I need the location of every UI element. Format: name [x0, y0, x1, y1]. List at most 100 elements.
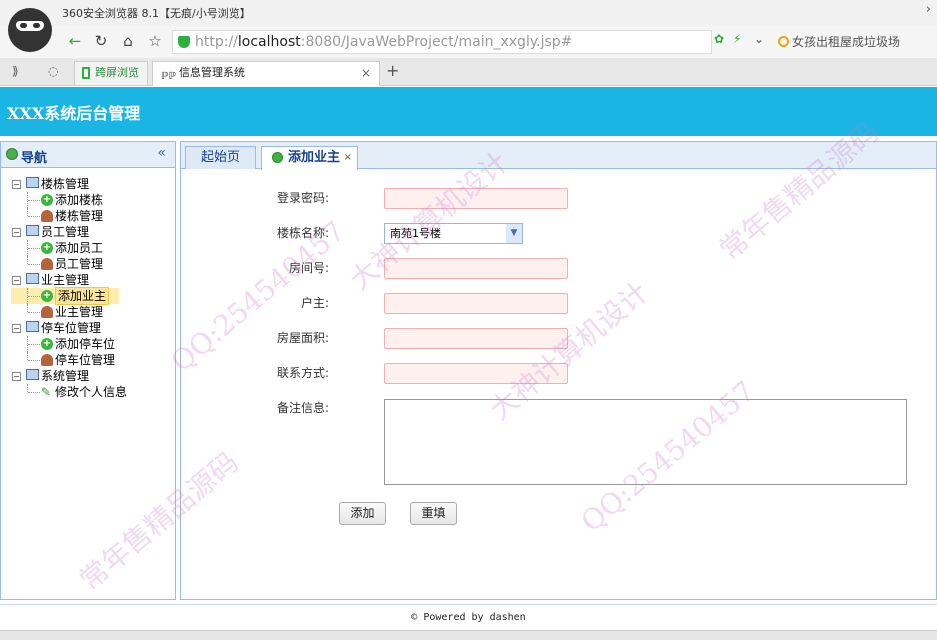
tree-item-label: 添加停车位 — [55, 337, 116, 351]
tree-item-manage-building[interactable]: 楼栋管理 — [1, 208, 175, 224]
building-select-value: 南苑1号楼 — [390, 227, 441, 240]
sidebar-toggle-icon[interactable]: ⟫ — [12, 64, 19, 78]
tab-home[interactable]: 起始页 — [185, 146, 256, 169]
chevron-down-icon[interactable]: ▼ — [506, 224, 522, 243]
phone-icon — [82, 67, 90, 79]
footer-text: © Powered by dashen — [411, 612, 526, 623]
close-icon[interactable]: × — [361, 62, 371, 84]
nav-header: 导航 « — [1, 142, 175, 168]
new-tab-icon[interactable]: + — [386, 61, 399, 80]
owner-name-label: 户主: — [300, 296, 329, 310]
tab-info-system[interactable]: ℙℙ 信息管理系统 × — [152, 61, 380, 86]
tab-label: 信息管理系统 — [179, 66, 245, 79]
tree-group-label: 系统管理 — [41, 369, 90, 383]
tree-group-label: 员工管理 — [41, 225, 90, 239]
tree-group-label: 业主管理 — [41, 273, 90, 287]
remarks-textarea[interactable] — [384, 399, 907, 485]
app-title: XXX系统后台管理 — [7, 104, 141, 123]
computer-icon — [26, 369, 39, 380]
add-icon: + — [41, 290, 53, 302]
add-icon: + — [41, 194, 53, 206]
tree-item-label: 楼栋管理 — [55, 209, 104, 223]
nav-tree: − 楼栋管理 + 添加楼栋 楼栋管理 − 员工管理 + 添加员工 员工管理 − … — [1, 168, 175, 400]
collapse-toggle-icon[interactable]: − — [12, 228, 21, 237]
tree-group-owner[interactable]: − 业主管理 — [1, 272, 175, 288]
room-number-field[interactable] — [384, 258, 568, 279]
tab-label: 添加业主 — [288, 150, 341, 165]
tree-item-manage-owner[interactable]: 业主管理 — [1, 304, 175, 320]
url-path: :8080/JavaWebProject/main_xxgly.jsp# — [300, 34, 573, 50]
owner-name-field[interactable] — [384, 293, 568, 314]
tree-item-label: 添加员工 — [55, 241, 104, 255]
footer: © Powered by dashen — [0, 604, 937, 630]
collapse-toggle-icon[interactable]: − — [12, 180, 21, 189]
tree-item-add-building[interactable]: + 添加楼栋 — [1, 192, 175, 208]
browser-statusbar — [0, 630, 937, 640]
star-icon[interactable]: ☆ — [144, 30, 166, 52]
globe-icon — [6, 148, 18, 160]
tree-item-label: 添加楼栋 — [55, 193, 104, 207]
building-select[interactable]: 南苑1号楼 ▼ — [384, 223, 523, 244]
page-icon: ℙℙ — [161, 71, 176, 82]
back-arrow-icon[interactable]: ← — [64, 30, 86, 52]
add-button[interactable]: 添加 — [339, 502, 386, 525]
tab-split-browse[interactable]: 跨屏浏览 — [74, 61, 148, 85]
tree-group-staff[interactable]: − 员工管理 — [1, 224, 175, 240]
refresh-icon[interactable]: ↻ — [90, 30, 112, 52]
tree-group-label: 楼栋管理 — [41, 177, 90, 191]
user-icon — [41, 210, 53, 222]
collapse-toggle-icon[interactable]: − — [12, 372, 21, 381]
lightning-icon[interactable]: ⚡ — [733, 32, 741, 46]
user-icon — [41, 354, 53, 366]
tree-item-label: 业主管理 — [55, 305, 104, 319]
contact-field[interactable] — [384, 363, 568, 384]
pencil-icon: ✎ — [41, 385, 52, 399]
window-title: 360安全浏览器 8.1【无痕/小号浏览】 — [62, 7, 251, 20]
home-icon[interactable]: ⌂ — [117, 30, 139, 52]
close-icon[interactable]: × — [344, 147, 352, 168]
tree-item-manage-parking[interactable]: 停车位管理 — [1, 352, 175, 368]
nav-title: 导航 — [21, 151, 48, 166]
computer-icon — [26, 225, 39, 236]
tree-group-system[interactable]: − 系统管理 — [1, 368, 175, 384]
url-scheme: http:// — [195, 34, 238, 50]
password-field[interactable] — [384, 188, 568, 209]
collapse-toggle-icon[interactable]: − — [12, 276, 21, 285]
browser-toolbar: ← ↻ ⌂ ☆ http://localhost:8080/JavaWebPro… — [0, 26, 937, 58]
reset-button[interactable]: 重填 — [410, 502, 457, 525]
chevron-down-icon[interactable]: ⌄ — [754, 32, 764, 46]
computer-icon — [26, 273, 39, 284]
compat-mode-icon[interactable]: ✿ — [714, 32, 724, 46]
tree-group-building[interactable]: − 楼栋管理 — [1, 176, 175, 192]
collapse-toggle-icon[interactable]: − — [12, 324, 21, 333]
house-area-field[interactable] — [384, 328, 568, 349]
user-icon — [41, 306, 53, 318]
tab-label: 跨屏浏览 — [95, 66, 139, 79]
tree-group-parking[interactable]: − 停车位管理 — [1, 320, 175, 336]
search-engine-icon — [778, 36, 789, 47]
contact-label: 联系方式: — [276, 366, 329, 380]
undo-close-icon[interactable]: ◌ — [48, 64, 58, 78]
search-input[interactable]: 女孩出租屋成垃圾场 — [776, 30, 937, 54]
tab-add-owner[interactable]: 添加业主 × — [261, 146, 358, 170]
tree-item-add-staff[interactable]: + 添加员工 — [1, 240, 175, 256]
tree-item-add-parking[interactable]: + 添加停车位 — [1, 336, 175, 352]
tree-item-label: 修改个人信息 — [55, 385, 128, 399]
window-control-icon[interactable]: › — [926, 2, 931, 17]
browser-logo[interactable] — [8, 8, 52, 52]
browser-tabbar: ⟫ ◌ 跨屏浏览 ℙℙ 信息管理系统 × + — [0, 58, 937, 86]
nav-panel: 导航 « − 楼栋管理 + 添加楼栋 楼栋管理 − 员工管理 + 添加员工 员工… — [0, 141, 176, 600]
tree-item-add-owner[interactable]: + 添加业主 — [1, 287, 175, 305]
security-shield-icon — [178, 36, 190, 48]
collapse-icon[interactable]: « — [157, 145, 166, 161]
content-panel: 起始页 添加业主 × 登录密码: 楼栋名称: 南苑1号楼 ▼ 房间号: 户主: … — [180, 141, 937, 600]
app-header: XXX系统后台管理 — [0, 87, 937, 136]
tree-group-label: 停车位管理 — [41, 321, 102, 335]
tree-item-label: 添加业主 — [55, 287, 110, 305]
building-label: 楼栋名称: — [276, 226, 329, 240]
search-suggestion: 女孩出租屋成垃圾场 — [792, 35, 901, 49]
address-bar[interactable]: http://localhost:8080/JavaWebProject/mai… — [172, 30, 712, 54]
tree-item-edit-profile[interactable]: ✎ 修改个人信息 — [1, 384, 175, 400]
tree-item-manage-staff[interactable]: 员工管理 — [1, 256, 175, 272]
add-icon: + — [41, 242, 53, 254]
